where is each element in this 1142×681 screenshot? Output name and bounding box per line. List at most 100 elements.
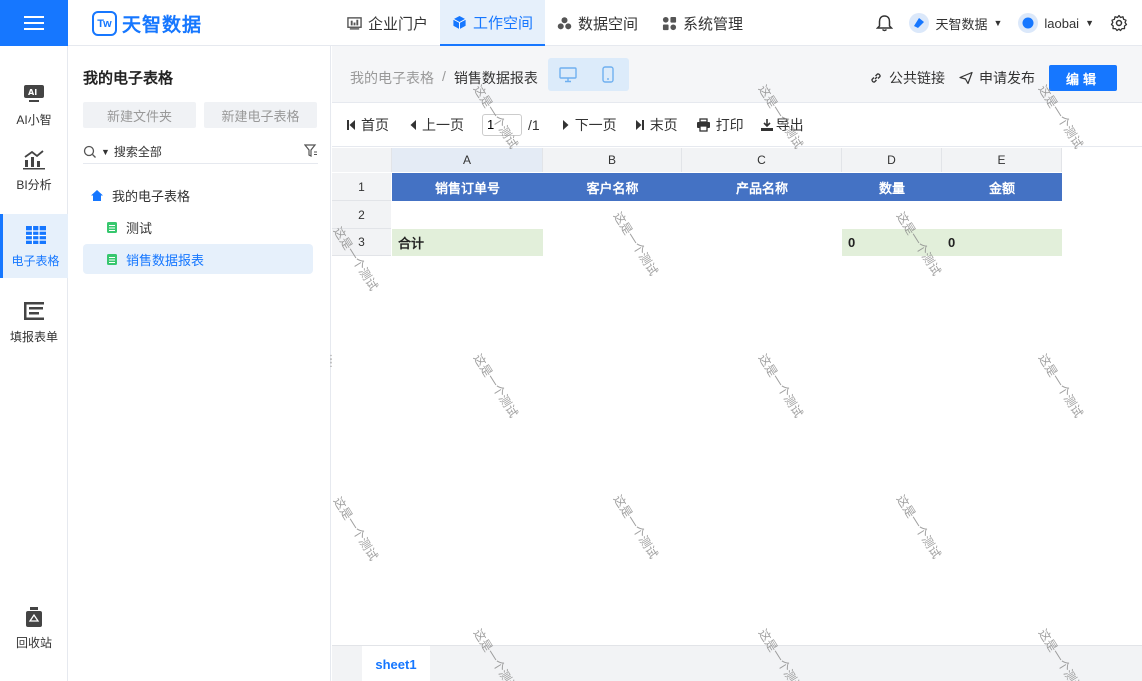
- rail-item-label: AI小智: [16, 112, 52, 127]
- brand-logo[interactable]: Tw 天智数据: [92, 10, 202, 37]
- rail-item-form[interactable]: 填报表单: [0, 290, 68, 354]
- breadcrumb-root[interactable]: 我的电子表格: [350, 68, 434, 88]
- total-label-cell[interactable]: 合计: [392, 229, 543, 256]
- public-link-label: 公共链接: [889, 70, 945, 86]
- org-switcher[interactable]: 天智数据 ▼: [909, 13, 1002, 33]
- page-number-input[interactable]: [482, 113, 522, 136]
- header-cell-product[interactable]: 产品名称: [682, 173, 842, 201]
- mobile-view-button[interactable]: [588, 58, 628, 91]
- table-icon: [25, 225, 46, 244]
- last-page-button[interactable]: 末页: [635, 115, 678, 135]
- row-header-3[interactable]: 3: [332, 229, 391, 256]
- org-logo-icon: [914, 18, 925, 28]
- rail-item-label: BI分析: [16, 177, 52, 192]
- logo-mark-icon: Tw: [92, 11, 117, 36]
- header-cell-customer[interactable]: 客户名称: [543, 173, 682, 201]
- rail-item-spreadsheet[interactable]: 电子表格: [0, 214, 68, 278]
- svg-text:AI: AI: [28, 88, 37, 97]
- column-header-d[interactable]: D: [842, 148, 942, 172]
- hamburger-menu-button[interactable]: [0, 0, 68, 46]
- total-quantity-cell[interactable]: 0: [842, 229, 942, 256]
- caret-down-icon: ▼: [993, 18, 1003, 28]
- rail-item-label: 电子表格: [11, 253, 60, 268]
- chart-icon: [23, 149, 45, 169]
- header-cell-quantity[interactable]: 数量: [842, 173, 942, 201]
- page-total: /1: [528, 116, 540, 133]
- cube-icon: [453, 15, 466, 29]
- tree-node-label: 测试: [126, 220, 153, 236]
- first-page-button[interactable]: 首页: [346, 115, 389, 135]
- sheet-tab[interactable]: sheet1: [362, 646, 430, 681]
- tree-root-node[interactable]: 我的电子表格: [90, 180, 320, 210]
- row-header-2[interactable]: 2: [332, 201, 391, 229]
- edit-button[interactable]: 编辑: [1049, 65, 1117, 91]
- user-menu[interactable]: laobai ▼: [1018, 13, 1094, 33]
- rail-item-ai[interactable]: AI AI小智: [0, 73, 68, 137]
- desktop-view-button[interactable]: [548, 58, 588, 91]
- portal-icon: [347, 16, 362, 30]
- caret-down-icon: ▼: [1085, 18, 1094, 28]
- column-header-a[interactable]: A: [392, 148, 543, 172]
- prev-icon: [410, 119, 416, 130]
- first-page-icon: [347, 119, 355, 130]
- tree-node-sales-report[interactable]: 销售数据报表: [83, 244, 313, 274]
- user-name: laobai: [1044, 15, 1080, 31]
- top-right-tools: 天智数据 ▼ laobai ▼: [876, 0, 1128, 46]
- bell-icon: [876, 15, 894, 32]
- export-label: 导出: [775, 116, 804, 133]
- total-amount-cell[interactable]: 0: [942, 229, 1062, 256]
- prev-page-label: 上一页: [422, 116, 464, 133]
- recycle-icon: [26, 606, 42, 627]
- search-scope-dropdown[interactable]: ▼: [101, 147, 110, 157]
- column-header-c[interactable]: C: [682, 148, 842, 172]
- new-sheet-button[interactable]: 新建电子表格: [204, 102, 317, 128]
- nav-item-label: 数据空间: [578, 15, 639, 33]
- desktop-icon: [559, 66, 577, 82]
- next-page-label: 下一页: [574, 116, 617, 133]
- form-icon: [24, 301, 44, 320]
- nav-item-label: 工作空间: [473, 14, 534, 32]
- spreadsheet-grid[interactable]: A B C D E 1 2 3 销售订单号 客户名称 产品名称 数量 金额 合计…: [332, 148, 1142, 644]
- printer-icon: [696, 117, 710, 132]
- next-page-button[interactable]: 下一页: [562, 115, 617, 135]
- print-button[interactable]: 打印: [696, 115, 744, 135]
- request-publish-label: 申请发布: [979, 70, 1035, 86]
- nav-item-portal[interactable]: 企业门户: [335, 0, 440, 46]
- public-link-button[interactable]: 公共链接: [869, 68, 945, 88]
- settings-grid-icon: [662, 16, 677, 30]
- device-toggle: [548, 58, 629, 91]
- prev-page-button[interactable]: 上一页: [409, 115, 464, 135]
- brand-name: 天智数据: [122, 15, 203, 36]
- nav-item-label: 系统管理: [683, 15, 744, 33]
- settings-button[interactable]: [1110, 14, 1128, 32]
- rail-item-bi[interactable]: BI分析: [0, 138, 68, 202]
- nav-item-data-space[interactable]: 数据空间: [545, 0, 650, 46]
- search-input[interactable]: [113, 144, 264, 159]
- data-icon: [557, 16, 572, 29]
- rail-item-recycle[interactable]: 回收站: [0, 596, 68, 660]
- column-header-b[interactable]: B: [543, 148, 682, 172]
- breadcrumb: 我的电子表格 / 销售数据报表: [350, 68, 538, 88]
- filter-icon[interactable]: [304, 144, 318, 158]
- header-actions: 公共链接 申请发布 编辑: [869, 65, 1117, 91]
- report-header: 我的电子表格 / 销售数据报表 公共链接 申请发布 编辑: [332, 46, 1142, 103]
- row-header-1[interactable]: 1: [332, 173, 391, 201]
- main-nav: 企业门户 工作空间 数据空间 系统管理: [335, 0, 755, 46]
- column-header-e[interactable]: E: [942, 148, 1062, 172]
- header-cell-order-no[interactable]: 销售订单号: [392, 173, 543, 201]
- hamburger-icon: [24, 16, 44, 30]
- new-folder-button[interactable]: 新建文件夹: [83, 102, 196, 128]
- export-button[interactable]: 导出: [760, 115, 804, 135]
- user-avatar: [1018, 13, 1039, 33]
- tree-node-test[interactable]: 测试: [106, 212, 313, 242]
- rail-item-label: 回收站: [15, 635, 52, 650]
- nav-item-label: 企业门户: [368, 15, 429, 33]
- nav-item-system[interactable]: 系统管理: [650, 0, 755, 46]
- nav-item-workspace[interactable]: 工作空间: [440, 0, 546, 46]
- header-cell-amount[interactable]: 金额: [942, 173, 1062, 201]
- request-publish-button[interactable]: 申请发布: [959, 68, 1035, 88]
- sheet-file-icon: [107, 253, 117, 265]
- mobile-icon: [602, 66, 614, 83]
- org-avatar: [909, 13, 930, 33]
- notification-button[interactable]: [876, 14, 894, 32]
